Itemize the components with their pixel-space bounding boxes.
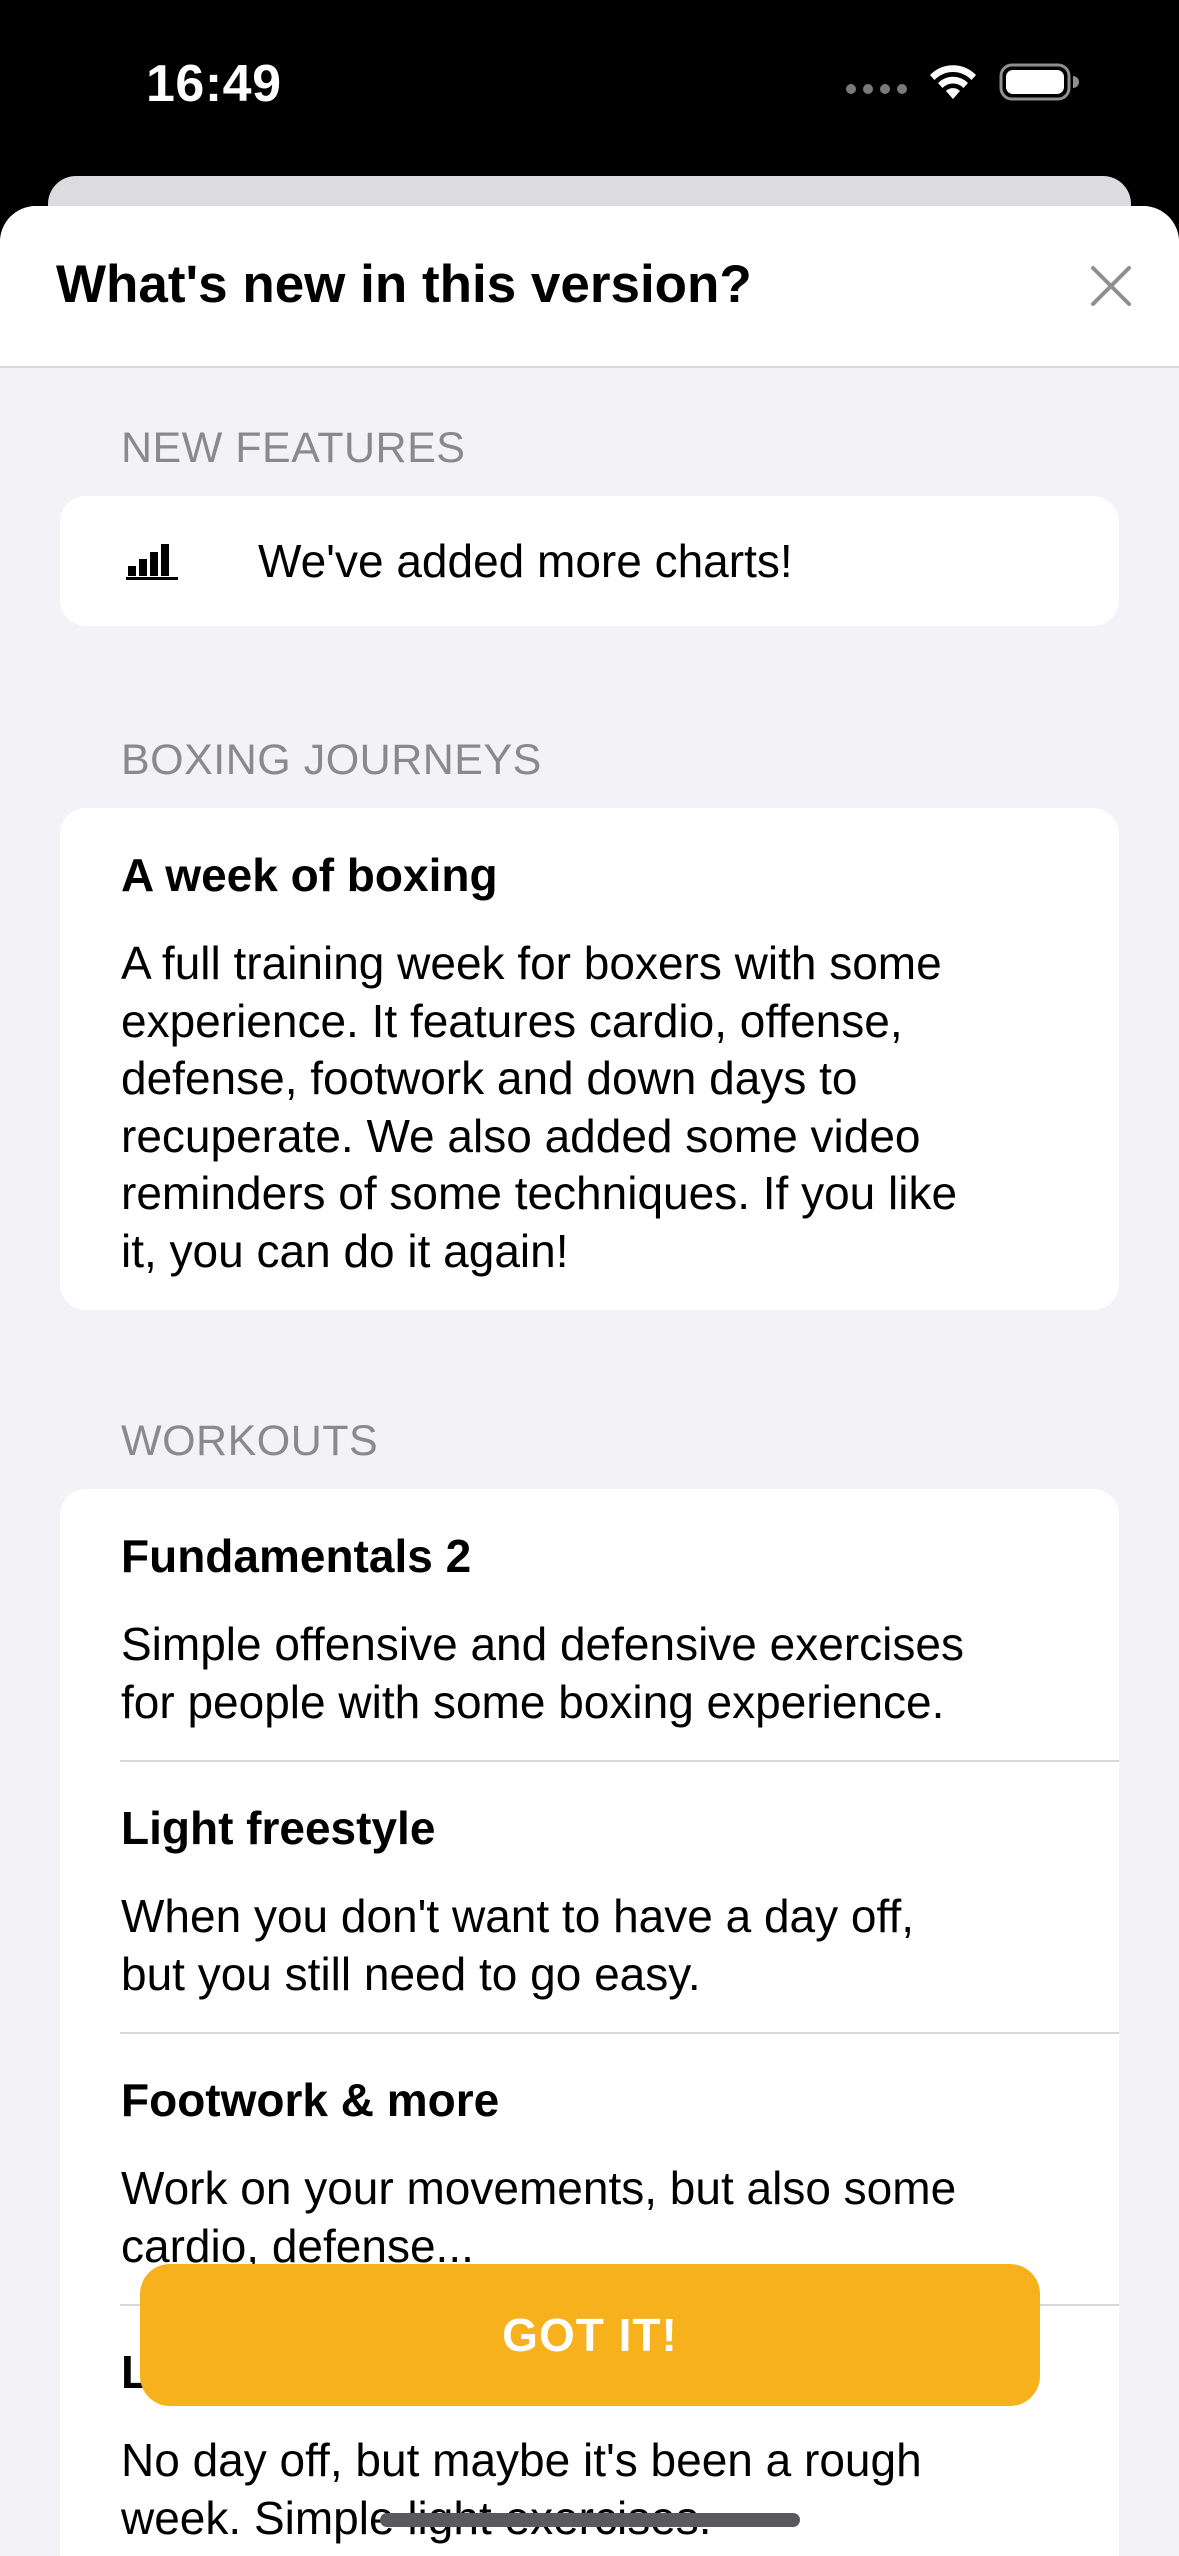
close-icon: [1091, 266, 1131, 306]
workout-description: Simple offensive and defensive exercises…: [121, 1616, 1081, 1731]
boxing-journeys-card: A week of boxing A full training week fo…: [60, 808, 1119, 1310]
description-line: When you don't want to have a day off,: [121, 1890, 915, 1942]
sheet-title: What's new in this version?: [56, 255, 752, 314]
journey-title: A week of boxing: [121, 849, 498, 901]
description-line: A full training week for boxers with som…: [121, 937, 942, 989]
cellular-signal-icon: [846, 84, 907, 94]
description-line: reminders of some techniques. If you lik…: [121, 1167, 958, 1219]
feature-text: We've added more charts!: [258, 535, 793, 587]
description-line: for people with some boxing experience.: [121, 1675, 945, 1728]
section-label-boxing-journeys: BOXING JOURNEYS: [121, 736, 542, 784]
wifi-icon: [930, 65, 976, 99]
workout-description: Work on your movements, but also some ca…: [121, 2160, 1081, 2275]
description-line: Work on your movements, but also some: [121, 2162, 957, 2214]
description-line: but you still need to go easy.: [121, 1947, 701, 2000]
sheet-header: What's new in this version?: [0, 206, 1179, 368]
whats-new-sheet: What's new in this version? NEW FEATURES…: [0, 206, 1179, 2556]
journey-description: A full training week for boxers with som…: [121, 935, 1081, 1280]
list-item: We've added more charts!: [60, 496, 1119, 626]
status-time: 16:49: [146, 55, 282, 113]
bar-chart-icon: [126, 544, 178, 580]
status-bar: 16:49: [0, 0, 1179, 176]
description-line: No day off, but maybe it's been a rough: [121, 2434, 922, 2486]
divider: [120, 1760, 1119, 1762]
workout-title: Footwork & more: [121, 2074, 500, 2126]
home-indicator: [380, 2513, 800, 2527]
section-label-new-features: NEW FEATURES: [121, 424, 466, 472]
status-icons: [846, 62, 1079, 102]
workout-title: Light freestyle: [121, 1802, 436, 1854]
section-label-workouts: WORKOUTS: [121, 1417, 379, 1465]
close-button[interactable]: [1083, 258, 1139, 314]
description-line: it, you can do it again!: [121, 1224, 569, 1277]
description-line: recuperate. We also added some video: [121, 1109, 921, 1162]
workout-title: Fundamentals 2: [121, 1530, 472, 1582]
new-features-card: We've added more charts!: [60, 496, 1119, 626]
workout-description: No day off, but maybe it's been a rough …: [121, 2432, 1081, 2547]
got-it-button[interactable]: GOT IT!: [140, 2264, 1040, 2406]
workout-description: When you don't want to have a day off, b…: [121, 1888, 1081, 2003]
description-line: experience. It features cardio, offense,: [121, 994, 903, 1047]
battery-icon: [999, 63, 1079, 101]
divider: [120, 2032, 1119, 2034]
description-line: Simple offensive and defensive exercises: [121, 1618, 964, 1670]
description-line: defense, footwork and down days to: [121, 1052, 858, 1104]
